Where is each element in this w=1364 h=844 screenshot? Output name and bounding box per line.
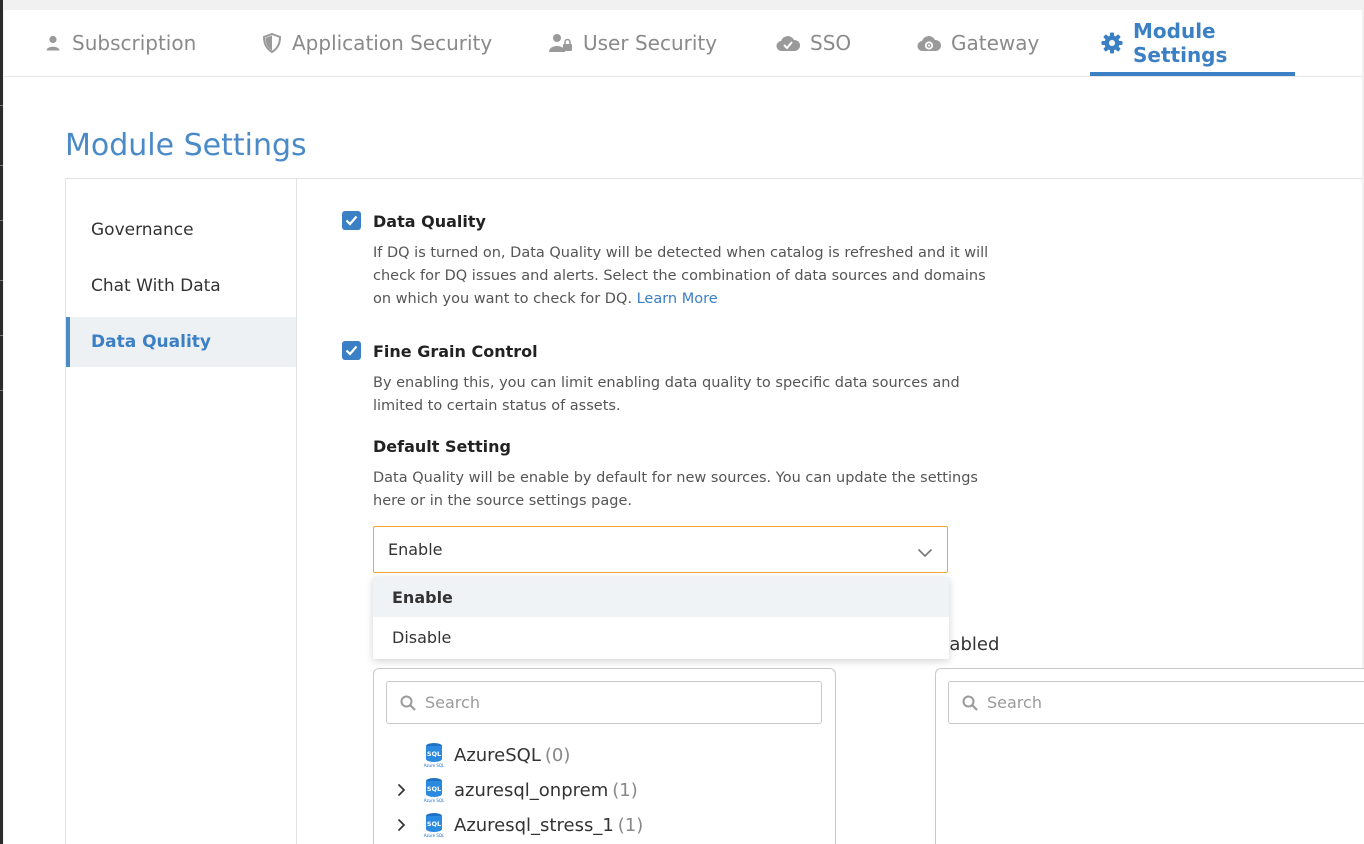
azure-sql-icon: SQL Azure SQL	[424, 778, 445, 803]
tab-application-security[interactable]: Application Security	[262, 10, 492, 76]
search-icon	[400, 695, 416, 711]
source-count: (1)	[612, 779, 638, 801]
tab-label: Subscription	[72, 31, 197, 55]
source-name: AzureSQL	[454, 744, 541, 766]
svg-text:Azure SQL: Azure SQL	[424, 833, 445, 838]
user-lock-icon	[549, 33, 573, 53]
sidebar-item-chat-with-data[interactable]: Chat With Data	[66, 261, 296, 311]
tab-label: Module Settings	[1133, 19, 1228, 67]
tab-subscription[interactable]: Subscription	[44, 10, 196, 76]
window-edge	[0, 0, 3, 844]
active-tab-underline	[1090, 72, 1295, 76]
default-setting-title: Default Setting	[373, 437, 511, 456]
tab-label: User Security	[583, 31, 718, 55]
fine-grain-control-checkbox[interactable]	[342, 341, 361, 360]
check-icon	[345, 215, 358, 226]
source-name: azuresql_onprem	[454, 779, 609, 801]
dropdown-option-enable[interactable]: Enable	[373, 577, 949, 617]
gear-icon	[1101, 32, 1123, 54]
default-setting-description: Data Quality will be enable by default f…	[373, 470, 978, 509]
search-placeholder: Search	[425, 693, 480, 712]
available-sources-box: Search SQL Azure SQL AzureSQL (0) SQL Az…	[373, 668, 836, 844]
learn-more-link[interactable]: Learn More	[637, 291, 718, 307]
tab-gateway[interactable]: Gateway	[917, 10, 1039, 76]
sources-search-input[interactable]: Search	[386, 681, 822, 724]
data-quality-description: If DQ is turned on, Data Quality will be…	[373, 245, 989, 307]
shield-icon	[262, 33, 282, 53]
chevron-right-icon[interactable]	[394, 818, 408, 832]
dropdown-option-disable[interactable]: Disable	[373, 617, 949, 657]
sidebar-item-governance[interactable]: Governance	[66, 205, 296, 255]
tab-user-security[interactable]: User Security	[549, 10, 717, 76]
tab-sso[interactable]: SSO	[776, 10, 851, 76]
default-setting-dropdown: Enable Disable	[373, 577, 949, 659]
source-count: (0)	[544, 744, 571, 766]
enabled-sources-box: Search	[935, 668, 1364, 844]
svg-text:SQL: SQL	[427, 820, 441, 828]
select-value: Enable	[388, 540, 443, 559]
svg-text:SQL: SQL	[427, 750, 441, 758]
tab-label: Application Security	[292, 31, 493, 55]
tab-module-settings[interactable]: Module Settings	[1090, 10, 1295, 76]
svg-text:Azure SQL: Azure SQL	[424, 798, 445, 803]
settings-content: Data Quality If DQ is turned on, Data Qu…	[298, 179, 1364, 844]
svg-text:Azure SQL: Azure SQL	[424, 763, 445, 768]
list-item[interactable]: SQL Azure SQL Azuresql_stress_1 (1)	[394, 810, 643, 840]
page-title: Module Settings	[65, 128, 307, 163]
settings-sidebar: Governance Chat With Data Data Quality	[66, 179, 297, 844]
cloud-gear-icon	[917, 34, 941, 52]
source-count: (1)	[617, 814, 644, 836]
data-quality-checkbox[interactable]	[342, 211, 361, 230]
source-name: Azuresql_stress_1	[454, 814, 614, 836]
enabled-search-input[interactable]: Search	[948, 681, 1364, 724]
tab-label: SSO	[810, 31, 852, 55]
tab-label: Gateway	[951, 31, 1040, 55]
list-item[interactable]: SQL Azure SQL AzureSQL (0)	[394, 740, 570, 770]
chevron-down-icon	[917, 543, 933, 562]
settings-panel: Governance Chat With Data Data Quality D…	[65, 178, 1364, 844]
fine-grain-control-title: Fine Grain Control	[373, 342, 538, 361]
search-icon	[962, 695, 978, 711]
cloud-check-icon	[776, 34, 800, 52]
list-item[interactable]: SQL Azure SQL azuresql_onprem (1)	[394, 775, 638, 805]
fine-grain-control-description: By enabling this, you can limit enabling…	[373, 375, 960, 414]
search-placeholder: Search	[987, 693, 1042, 712]
app-window: Subscription Application Security User S…	[4, 10, 1364, 844]
svg-text:SQL: SQL	[427, 785, 441, 793]
azure-sql-icon: SQL Azure SQL	[424, 813, 445, 838]
sidebar-item-data-quality[interactable]: Data Quality	[66, 317, 296, 367]
default-setting-select[interactable]: Enable	[373, 526, 948, 573]
data-quality-title: Data Quality	[373, 212, 486, 231]
user-icon	[44, 34, 62, 52]
azure-sql-icon: SQL Azure SQL	[424, 743, 445, 768]
chevron-right-icon[interactable]	[394, 783, 408, 797]
top-navigation: Subscription Application Security User S…	[4, 10, 1362, 77]
check-icon	[345, 345, 358, 356]
